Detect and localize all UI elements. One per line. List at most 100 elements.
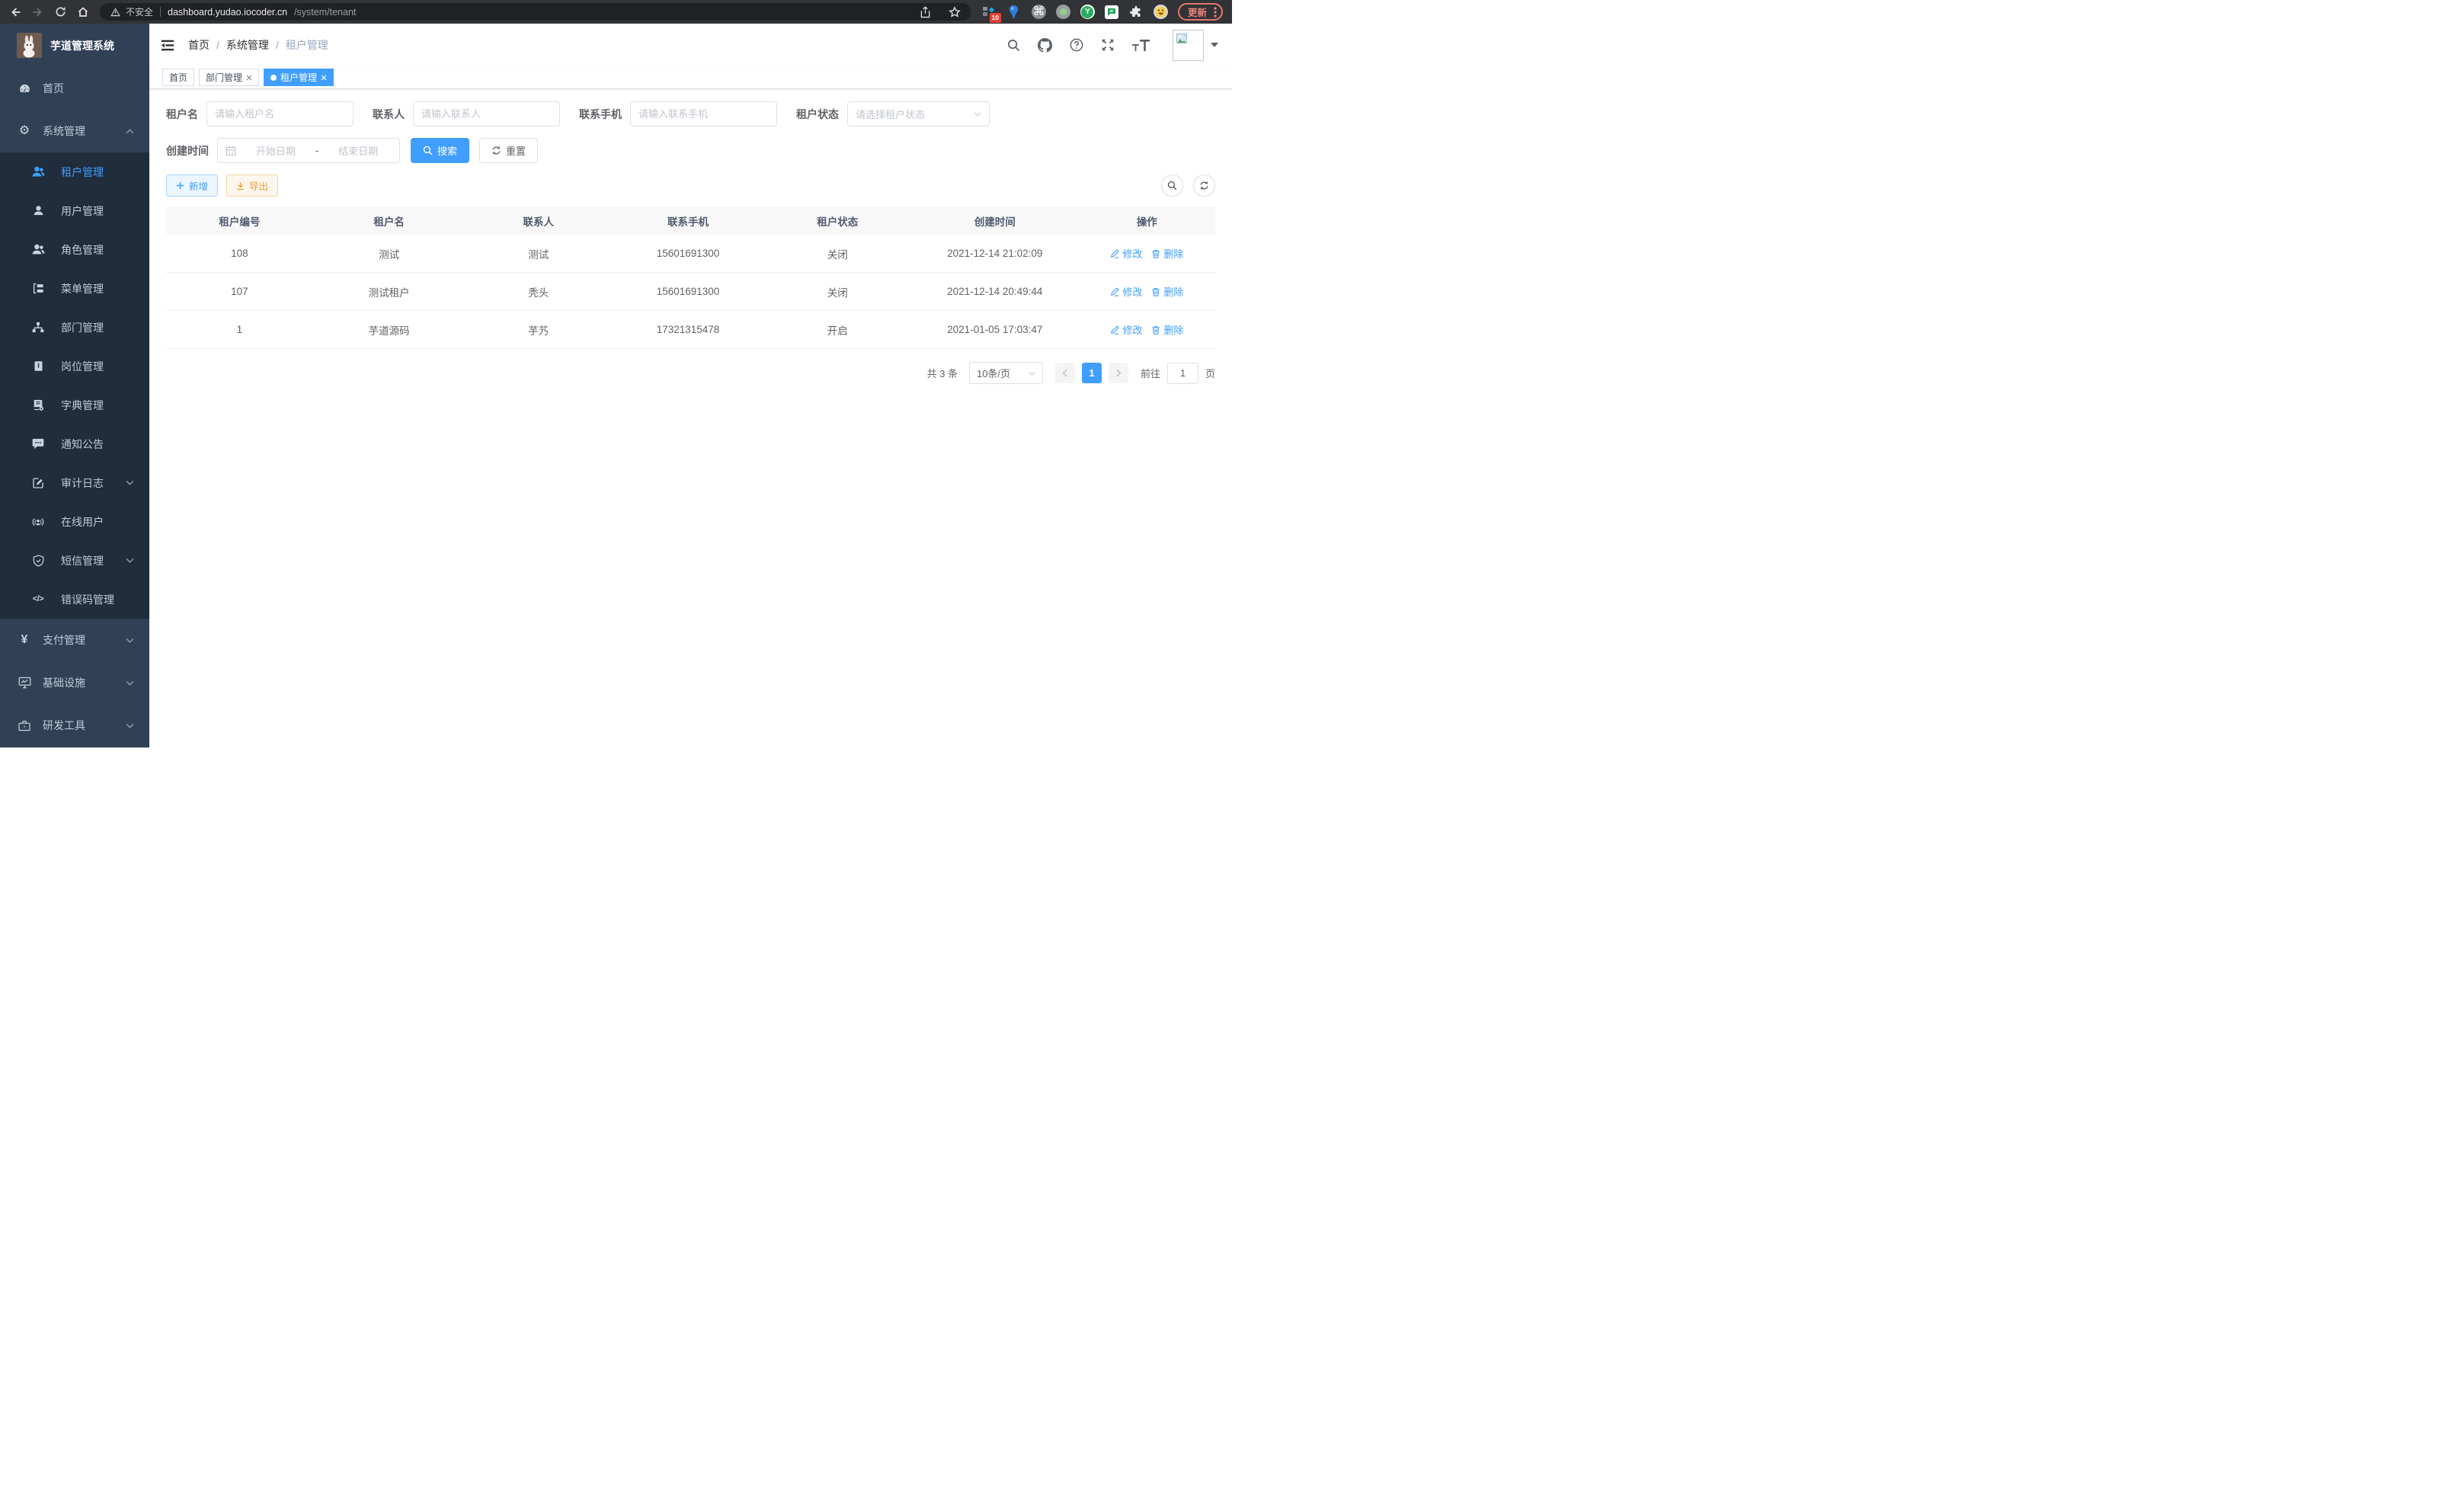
sidebar-item-tenant[interactable]: 租户管理 [0,152,149,191]
sidebar: 芋道管理系统 首页 ⚙ 系统管理 租户管理 用户管理 [0,24,149,748]
profile-avatar-icon[interactable] [1154,5,1168,19]
browser-reload-icon[interactable] [55,6,66,18]
sidebar-fold-icon[interactable] [160,39,175,52]
extension-y-icon[interactable]: Y [1080,5,1095,19]
sidebar-item-home[interactable]: 首页 [0,67,149,110]
pencil-icon [1110,249,1119,258]
export-label: 导出 [249,178,268,193]
sidebar-item-sms[interactable]: 短信管理 [0,541,149,580]
next-page-button[interactable] [1109,363,1128,383]
close-icon[interactable] [321,75,327,81]
mobile-input[interactable] [638,108,769,120]
sidebar-item-online-user[interactable]: 在线用户 [0,502,149,541]
avatar-broken-image[interactable] [1173,30,1204,61]
goto-page-input[interactable] [1167,363,1198,384]
filter-label: 联系人 [373,107,405,122]
show-search-button[interactable] [1161,174,1183,197]
briefcase-icon [18,720,31,731]
browser-home-icon[interactable] [77,6,89,18]
sidebar-item-post[interactable]: 岗位管理 [0,347,149,386]
table-row: 107 测试租户 秃头 15601691300 关闭 2021-12-14 20… [166,273,1215,311]
delete-link[interactable]: 删除 [1151,246,1183,261]
tab-dept[interactable]: 部门管理 [199,69,259,86]
refresh-table-button[interactable] [1193,174,1215,197]
breadcrumb-separator: / [276,39,279,51]
logo[interactable]: 芋道管理系统 [0,24,149,67]
extension-chat-icon[interactable] [1105,5,1118,19]
edit-link[interactable]: 修改 [1110,284,1142,299]
edit-link[interactable]: 修改 [1110,322,1142,337]
sidebar-item-user[interactable]: 用户管理 [0,191,149,230]
delete-link[interactable]: 删除 [1151,322,1183,337]
bookmark-star-icon[interactable] [943,6,966,18]
tenant-name-input[interactable] [215,108,345,120]
search-icon[interactable] [1007,39,1020,52]
extensions-puzzle-icon[interactable] [1128,5,1144,20]
sidebar-item-infra[interactable]: 基础设施 [0,661,149,704]
browser-chrome: 不安全 dashboard.yudao.iocoder.cn/system/te… [0,0,1232,24]
browser-back-icon[interactable] [9,6,21,18]
cell-status: 关闭 [764,284,911,299]
sidebar-item-errcode[interactable]: </> 错误码管理 [0,580,149,619]
breadcrumb-home[interactable]: 首页 [188,37,210,53]
github-icon[interactable] [1038,38,1052,53]
delete-link[interactable]: 删除 [1151,284,1183,299]
export-button[interactable]: 导出 [226,174,278,197]
sidebar-item-devtools[interactable]: 研发工具 [0,704,149,747]
date-range-picker[interactable]: 开始日期 - 结束日期 [217,138,400,163]
status-select[interactable]: 请选择租户状态 [847,101,990,126]
page-size-select[interactable]: 10条/页 [969,362,1043,384]
reset-button[interactable]: 重置 [479,138,538,163]
cell-mobile: 15601691300 [612,286,764,297]
font-size-icon[interactable] [1132,40,1150,51]
help-icon[interactable] [1070,38,1083,52]
search-button[interactable]: 搜索 [411,138,469,163]
filter-label: 租户名 [166,107,198,122]
page-number-1[interactable]: 1 [1082,363,1102,383]
browser-update-button[interactable]: 更新 [1178,3,1223,21]
reset-label: 重置 [506,143,526,158]
filter-contact: 联系人 [373,101,560,126]
url-bar[interactable]: 不安全 dashboard.yudao.iocoder.cn/system/te… [100,3,971,21]
sidebar-item-system[interactable]: ⚙ 系统管理 [0,110,149,152]
share-icon[interactable] [914,6,936,18]
post-badge-icon [31,360,45,372]
prev-page-button[interactable] [1055,363,1075,383]
add-button[interactable]: 新增 [166,174,218,197]
sidebar-item-notice[interactable]: 通知公告 [0,424,149,463]
tab-home[interactable]: 首页 [162,69,194,86]
sidebar-item-dept[interactable]: 部门管理 [0,308,149,347]
close-icon[interactable] [246,75,252,81]
extension-tabs-icon[interactable]: 10 [981,5,997,20]
cell-created: 2021-01-05 17:03:47 [911,324,1079,335]
sidebar-item-role[interactable]: 角色管理 [0,230,149,269]
chevron-down-icon [126,638,134,643]
role-users-icon [31,244,45,255]
sidebar-item-pay[interactable]: ¥ 支付管理 [0,619,149,661]
tab-tenant[interactable]: 租户管理 [264,69,334,86]
sidebar-item-dict[interactable]: 字典管理 [0,386,149,424]
add-label: 新增 [189,178,208,193]
sidebar-item-menu[interactable]: 菜单管理 [0,269,149,308]
security-chip[interactable]: 不安全 [110,5,153,18]
update-label: 更新 [1188,5,1207,19]
sidebar-item-label: 审计日志 [61,475,104,491]
extension-grey-dot-icon[interactable] [1056,5,1070,19]
app-title: 芋道管理系统 [50,38,114,53]
filter-label: 创建时间 [166,143,209,158]
extension-command-icon[interactable]: ⌘ [1032,5,1046,19]
breadcrumb-system[interactable]: 系统管理 [226,37,269,53]
fullscreen-icon[interactable] [1101,38,1115,52]
user-icon [31,205,45,216]
browser-menu-dots-icon[interactable] [1214,7,1217,18]
system-submenu: 租户管理 用户管理 角色管理 菜单管理 部门管理 [0,152,149,619]
browser-forward-icon[interactable] [32,6,44,18]
sidebar-item-audit-log[interactable]: 审计日志 [0,463,149,502]
urlbar-divider [160,7,161,17]
extension-pin-icon[interactable] [1006,5,1022,20]
tab-label: 部门管理 [206,71,242,84]
contact-input[interactable] [421,108,552,120]
caret-down-icon[interactable] [1211,43,1218,47]
cell-status: 开启 [764,322,911,338]
edit-link[interactable]: 修改 [1110,246,1142,261]
